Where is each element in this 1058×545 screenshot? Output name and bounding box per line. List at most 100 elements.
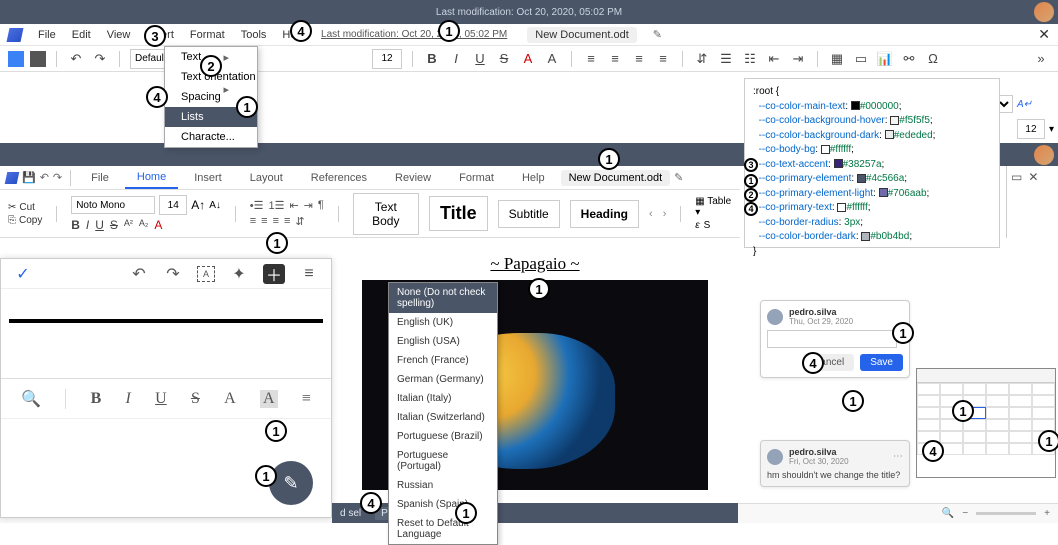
- table-icon[interactable]: ▦: [828, 50, 846, 68]
- outdent-icon[interactable]: ⇤: [289, 199, 298, 212]
- tab-home[interactable]: Home: [125, 167, 178, 189]
- lang-pt-pt[interactable]: Portuguese (Portugal): [389, 446, 497, 476]
- doc-title[interactable]: ~ Papagaio ~: [362, 254, 708, 274]
- menu-tools[interactable]: Tools: [241, 29, 267, 41]
- tab-insert[interactable]: Insert: [182, 168, 234, 188]
- app2-save-icon[interactable]: 💾: [22, 171, 36, 184]
- align-left-icon[interactable]: ≡: [582, 50, 600, 68]
- color-button[interactable]: A: [154, 218, 162, 232]
- line-spacing-icon[interactable]: ⇵: [693, 50, 711, 68]
- italic-m-button[interactable]: I: [126, 390, 131, 408]
- style-heading[interactable]: Heading: [570, 200, 639, 228]
- edit-fab[interactable]: ✎: [269, 461, 313, 505]
- number-list-icon[interactable]: ☷: [741, 50, 759, 68]
- fontcolor-m-button[interactable]: A: [224, 390, 236, 408]
- style-text-body[interactable]: Text Body: [353, 193, 419, 235]
- app2-undo-icon[interactable]: ↶: [40, 171, 49, 184]
- menu-file[interactable]: File: [38, 29, 56, 41]
- shrink-font-icon[interactable]: A↓: [209, 200, 221, 211]
- style-nav-right-icon[interactable]: ›: [663, 208, 667, 220]
- document-name[interactable]: New Document.odt: [527, 27, 637, 43]
- format-character[interactable]: Characte...: [165, 127, 257, 147]
- numbers-icon[interactable]: 1☰: [268, 199, 284, 212]
- ext-icon[interactable]: ▭: [1011, 170, 1022, 184]
- lang-none[interactable]: None (Do not check spelling): [389, 283, 497, 313]
- lang-en-us[interactable]: English (USA): [389, 332, 497, 351]
- select-all-icon[interactable]: A: [197, 266, 215, 282]
- align-center-icon[interactable]: ≡: [606, 50, 624, 68]
- bold-m-button[interactable]: B: [91, 390, 102, 408]
- comment-save-button[interactable]: Save: [860, 354, 903, 371]
- symbol-icon[interactable]: Ω: [924, 50, 942, 68]
- align-c-icon[interactable]: ≡: [261, 215, 267, 228]
- copy-button[interactable]: ⎘Copy: [8, 215, 42, 226]
- print-icon[interactable]: [30, 51, 46, 67]
- confirm-icon[interactable]: ✓: [13, 264, 33, 284]
- bullets-icon[interactable]: •☰: [250, 199, 264, 212]
- app2-redo-icon[interactable]: ↷: [53, 171, 62, 184]
- image-icon[interactable]: ▭: [852, 50, 870, 68]
- link-icon[interactable]: ⚯: [900, 50, 918, 68]
- menu-icon[interactable]: ≡: [299, 264, 319, 284]
- strike2-button[interactable]: S: [110, 218, 118, 232]
- grow-font-icon[interactable]: A↑: [191, 198, 205, 212]
- comment-input[interactable]: [767, 330, 897, 348]
- tab-references[interactable]: References: [299, 168, 379, 188]
- highlight-button[interactable]: A: [543, 50, 561, 68]
- save-icon[interactable]: [8, 51, 24, 67]
- indent-dec-icon[interactable]: ⇤: [765, 50, 783, 68]
- tab-help[interactable]: Help: [510, 168, 557, 188]
- apply-style-icon[interactable]: A↵: [1017, 99, 1032, 110]
- tab-file[interactable]: File: [79, 168, 121, 188]
- sub-button[interactable]: A₂: [139, 218, 149, 232]
- bullet-list-icon[interactable]: ☰: [717, 50, 735, 68]
- zoom-out-icon[interactable]: −: [962, 508, 968, 519]
- undo-icon[interactable]: ↶: [67, 50, 85, 68]
- user-avatar-2[interactable]: [1034, 145, 1054, 165]
- style-nav-left-icon[interactable]: ‹: [649, 208, 653, 220]
- super-button[interactable]: A²: [124, 218, 133, 232]
- chart-icon[interactable]: 📊: [876, 50, 894, 68]
- edit-docname2-icon[interactable]: ✎: [674, 171, 683, 184]
- lang-reset[interactable]: Reset to Default Language: [389, 514, 497, 544]
- lang-it-ch[interactable]: Italian (Switzerland): [389, 408, 497, 427]
- close-button[interactable]: ✕: [1038, 26, 1050, 43]
- tab-review[interactable]: Review: [383, 168, 443, 188]
- justify-icon[interactable]: ≡: [654, 50, 672, 68]
- menu-view[interactable]: View: [107, 29, 131, 41]
- tab-layout[interactable]: Layout: [238, 168, 295, 188]
- align-right-icon[interactable]: ≡: [630, 50, 648, 68]
- bold2-button[interactable]: B: [71, 218, 80, 232]
- redo-icon[interactable]: ↷: [91, 50, 109, 68]
- redo-mobile-icon[interactable]: ↷: [163, 264, 183, 284]
- align-m-icon[interactable]: ≡: [302, 390, 311, 408]
- breadcrumb-mod[interactable]: Last modification: Oct 20, 2020, 05:02 P…: [321, 29, 507, 40]
- underline-button[interactable]: U: [471, 50, 489, 68]
- align-j-icon[interactable]: ≡: [284, 215, 290, 228]
- indent2-icon[interactable]: ⇥: [304, 199, 313, 212]
- lang-fr[interactable]: French (France): [389, 351, 497, 370]
- pilcrow-icon[interactable]: ¶: [318, 199, 324, 212]
- underline2-button[interactable]: U: [95, 218, 104, 232]
- menu-edit[interactable]: Edit: [72, 29, 91, 41]
- expand-toolbar-icon[interactable]: »: [1032, 50, 1050, 68]
- lang-en-uk[interactable]: English (UK): [389, 313, 497, 332]
- tab-format[interactable]: Format: [447, 168, 506, 188]
- font-size-input[interactable]: [372, 49, 402, 69]
- undo-mobile-icon[interactable]: ↶: [129, 264, 149, 284]
- zoom-slider[interactable]: [976, 512, 1036, 515]
- add-icon[interactable]: ＋: [263, 264, 285, 284]
- mobile-text-area[interactable]: [1, 289, 331, 379]
- italic-button[interactable]: I: [447, 50, 465, 68]
- lang-pt-br[interactable]: Portuguese (Brazil): [389, 427, 497, 446]
- app2-doc-name[interactable]: New Document.odt: [561, 170, 671, 186]
- insert-mobile-icon[interactable]: ✦: [229, 264, 249, 284]
- insert-table-button[interactable]: ▦ Table ▾: [695, 196, 732, 218]
- highlight-m-button[interactable]: A: [260, 390, 278, 408]
- font-name-select[interactable]: [71, 196, 155, 214]
- menu-format[interactable]: Format: [190, 29, 225, 41]
- align-l-icon[interactable]: ≡: [250, 215, 256, 228]
- font-size-select[interactable]: [159, 195, 187, 215]
- underline-m-button[interactable]: U: [155, 390, 167, 408]
- indent-inc-icon[interactable]: ⇥: [789, 50, 807, 68]
